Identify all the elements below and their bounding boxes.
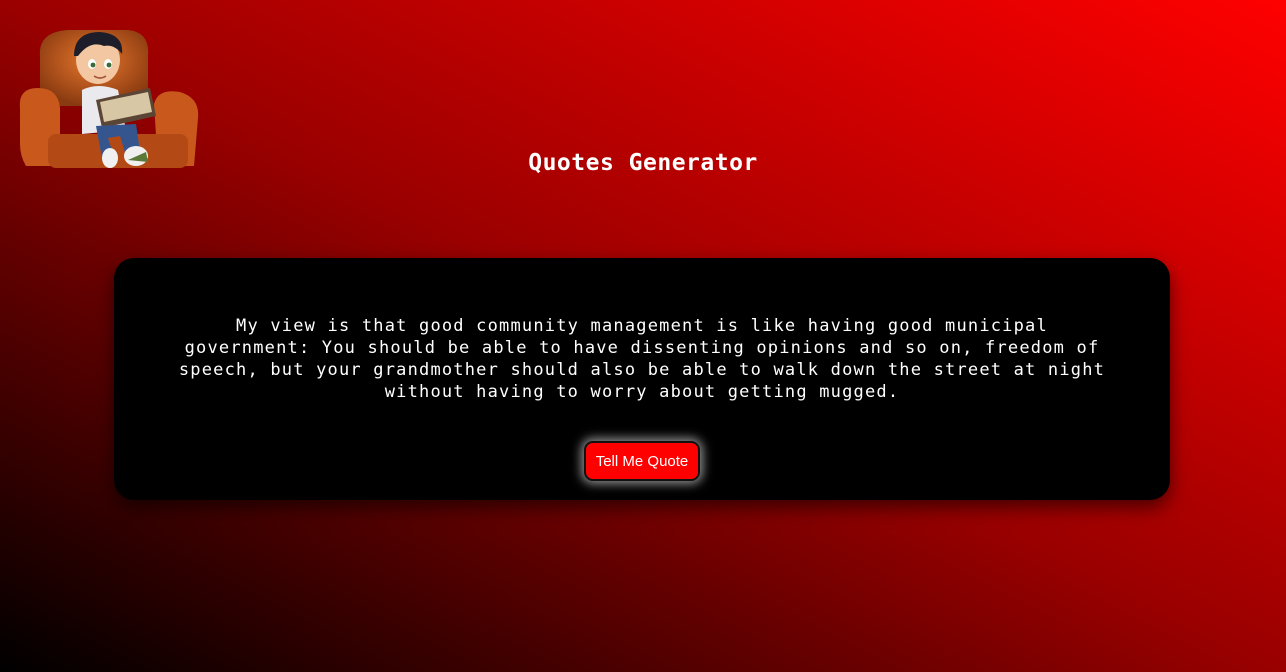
quote-card: My view is that good community managemen… <box>114 258 1170 500</box>
boy-reading-in-armchair-icon <box>19 30 199 168</box>
quote-text: My view is that good community managemen… <box>178 316 1106 402</box>
tell-me-quote-button[interactable]: Tell Me Quote <box>584 441 700 481</box>
page-title: Quotes Generator <box>528 150 758 176</box>
logo <box>18 26 200 170</box>
